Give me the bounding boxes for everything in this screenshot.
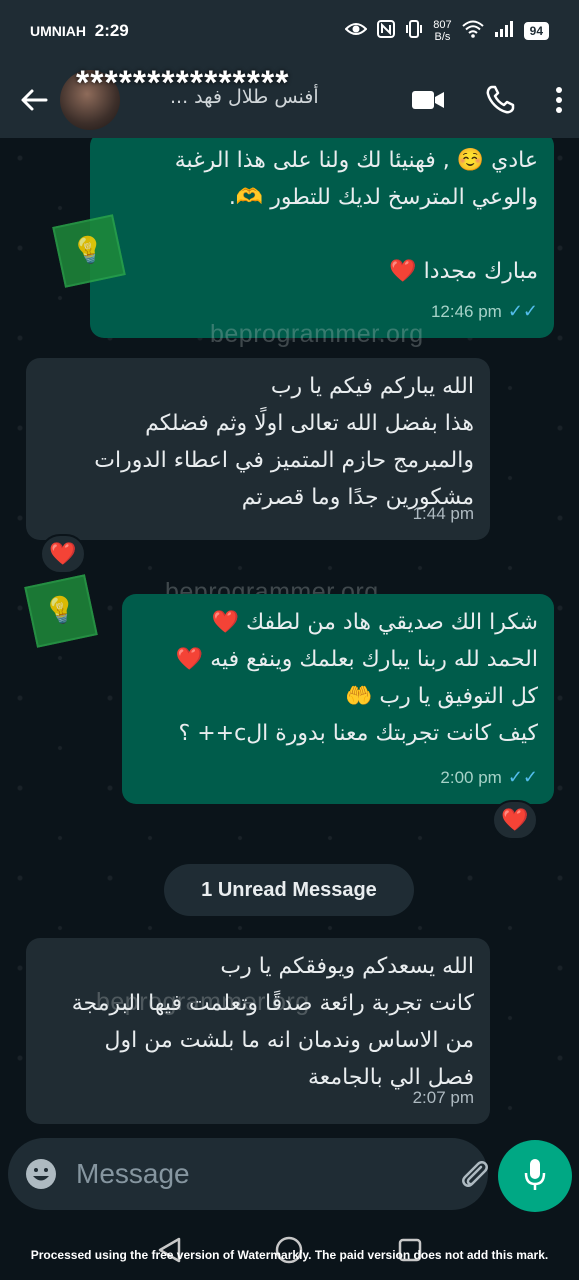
message-meta: 2:07 pm [413,1079,474,1116]
header-actions [411,85,563,115]
battery-indicator: 94 [523,22,549,40]
message-line: والوعي المترسخ لديك للتطور 🫶. [228,185,538,210]
carrier-label: UMNIAH [30,23,86,39]
message-line: شكرا الك صديقي هاد من لطفك ❤️ [211,610,538,635]
nfc-icon [377,20,396,42]
message-line: مبارك مجددا ❤️ [389,259,538,284]
message-line: والمبرمج حازم المتميز في اعطاء الدورات [94,448,474,473]
voice-call-icon[interactable] [485,85,515,115]
microphone-icon [523,1157,547,1195]
message-line: هذا بفضل الله تعالى اولًا وثم فضلكم [145,411,474,436]
signal-icon [494,20,514,42]
watermark-logo: 💡 [24,574,98,648]
clock: 2:29 [94,21,129,40]
heart-reaction-icon[interactable]: ❤️ [492,800,538,840]
message-meta: 12:46 pm ✓✓ [431,293,538,330]
message-line: الحمد لله ربنا يبارك بعلمك وينفع فيه ❤️ [175,647,538,672]
back-arrow-icon[interactable] [16,82,52,118]
message-line: عادي ☺️ , فهنيئا لك ولنا على هذا الرغبة [174,148,538,173]
message-line: فصل الي بالجامعة [307,1065,474,1090]
message-line: كيف كانت تجربتك معنا بدورة الc++ ؟ [178,721,538,746]
contact-name[interactable]: *************** [76,64,289,103]
watermark-text: beprogrammer.org [96,988,310,1016]
message-meta: 1:44 pm [413,495,474,532]
message-incoming[interactable]: الله يسعدكم ويوفقكم يا رب كانت تجربة رائ… [26,938,490,1124]
net-speed-unit: B/s [434,31,451,43]
message-line: من الاساس وندمان انه ما بلشت من اول [104,1028,474,1053]
wifi-icon [461,20,484,42]
message-line: كل التوفيق يا رب 🤲 [345,684,538,709]
message-time: 2:00 pm [440,768,502,787]
message-line: مشكورين جدًا وما قصرتم [241,485,474,510]
net-speed: 807 B/s [433,19,451,43]
eye-icon [344,21,368,41]
message-composer [8,1138,542,1210]
status-icons: 807 B/s 94 [344,19,549,43]
read-ticks-icon: ✓✓ [507,767,538,787]
watermark-text: beprogrammer.org [210,320,424,348]
message-outgoing[interactable]: شكرا الك صديقي هاد من لطفك ❤️ الحمد لله … [122,594,554,804]
message-line: الله يسعدكم ويوفقكم يا رب [220,954,474,979]
status-bar: UMNIAH 2:29 807 B/s 94 [0,0,579,62]
message-line: الله يباركم فيكم يا رب [270,374,474,399]
chat-area[interactable]: عادي ☺️ , فهنيئا لك ولنا على هذا الرغبة … [0,138,579,1138]
heart-reaction-icon[interactable]: ❤️ [40,534,86,574]
message-time: 12:46 pm [430,302,502,321]
message-input[interactable] [76,1158,437,1190]
message-incoming[interactable]: الله يباركم فيكم يا رب هذا بفضل الله تعا… [26,358,490,540]
voice-record-button[interactable] [498,1140,572,1212]
watermark-logo: 💡 [52,214,126,288]
vibrate-icon [405,19,423,43]
processing-watermark-note: Processed using the free version of Wate… [30,1248,549,1262]
video-call-icon[interactable] [411,89,445,111]
emoji-icon[interactable] [24,1156,58,1192]
unread-messages-divider: 1 Unread Message [164,864,414,916]
chat-header: أفنس طلال فهد ... *************** [0,62,579,138]
message-line [106,216,538,253]
message-outgoing[interactable]: عادي ☺️ , فهنيئا لك ولنا على هذا الرغبة … [90,138,554,338]
message-meta: 2:00 pm ✓✓ [440,759,538,796]
attach-icon[interactable] [459,1157,489,1191]
message-time: 2:07 pm [412,1088,474,1107]
more-options-icon[interactable] [555,86,563,114]
read-ticks-icon: ✓✓ [507,301,538,321]
status-carrier-time: UMNIAH 2:29 [30,21,345,41]
message-time: 1:44 pm [412,504,474,523]
net-speed-value: 807 [433,19,452,31]
